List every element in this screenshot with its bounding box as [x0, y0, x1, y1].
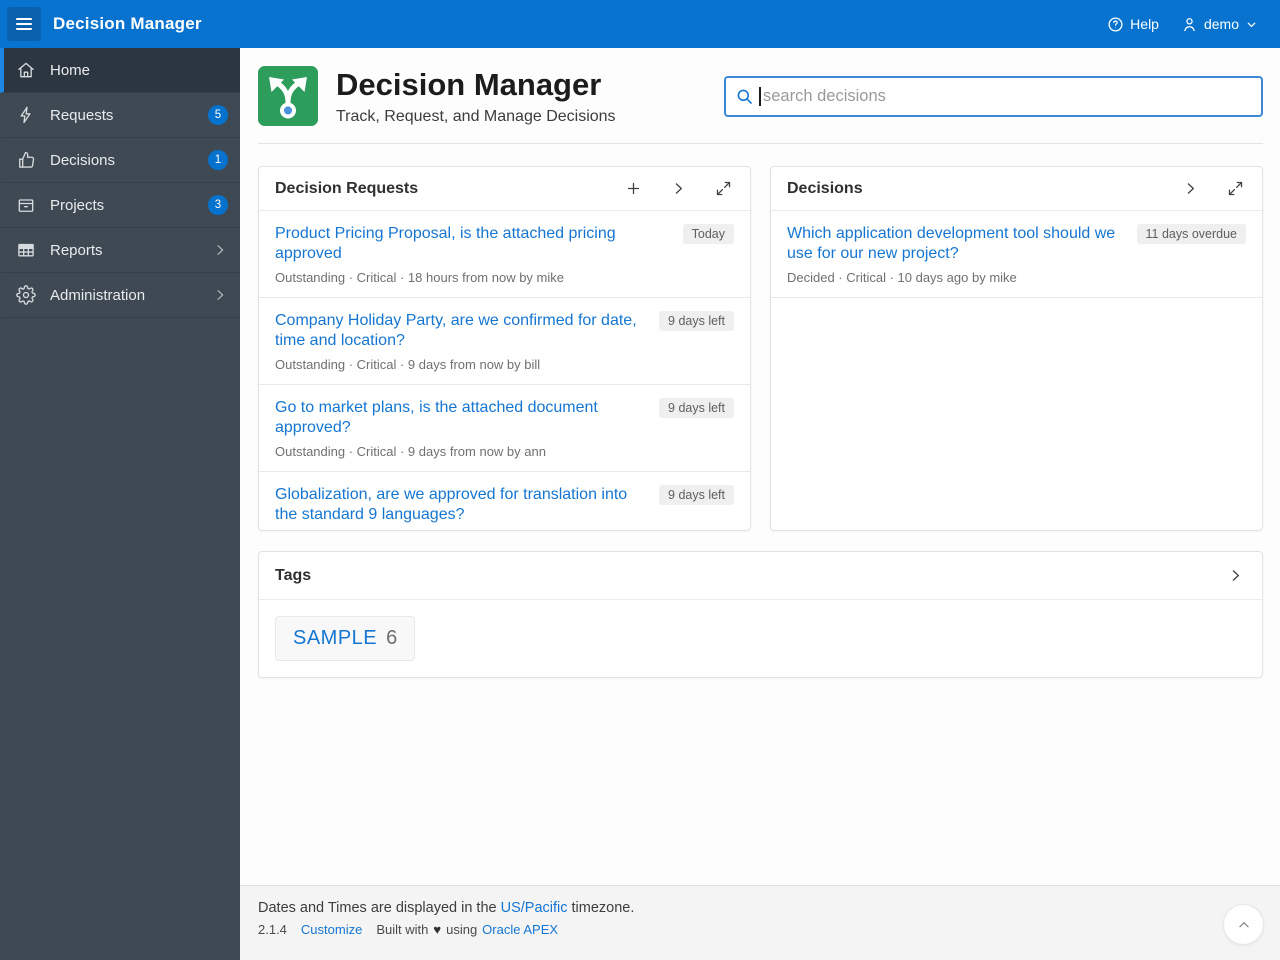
tags-card: Tags SAMPLE 6: [258, 551, 1263, 678]
user-icon: [1184, 17, 1195, 31]
open-tags-button[interactable]: [1225, 565, 1246, 586]
customize-link[interactable]: Customize: [301, 922, 362, 937]
card-title: Tags: [275, 566, 312, 584]
header-divider: [258, 143, 1263, 144]
heart-icon: ♥: [433, 922, 442, 937]
built-with-text: Built with ♥ using Oracle APEX: [376, 922, 559, 937]
chevron-right-icon: [675, 183, 682, 194]
sidebar-item-home[interactable]: Home: [0, 48, 240, 93]
sidebar-item-label: Administration: [50, 286, 146, 304]
chevron-right-icon: [217, 245, 224, 255]
sidebar: Home Requests 5 Decisions 1 Projects 3 R…: [0, 48, 240, 960]
box-icon: [18, 199, 34, 212]
help-icon: [1108, 16, 1123, 32]
timezone-text: Dates and Times are displayed in the US/…: [258, 900, 635, 916]
topbar: Decision Manager Help demo: [0, 0, 1280, 48]
hamburger-icon: [16, 18, 32, 20]
overdue-badge: 11 days overdue: [1136, 224, 1246, 244]
plus-icon: [627, 182, 640, 195]
sidebar-item-label: Decisions: [50, 151, 116, 169]
chevron-right-icon: [1232, 570, 1239, 581]
help-label: Help: [1130, 16, 1159, 32]
sidebar-item-reports[interactable]: Reports: [0, 228, 240, 273]
thumbs-up-icon: [19, 151, 35, 168]
sidebar-item-decisions[interactable]: Decisions 1: [0, 138, 240, 183]
request-meta: Outstanding · Critical · 9 days from now…: [275, 444, 546, 459]
username: demo: [1203, 16, 1239, 32]
decision-requests-card: Decision Requests Product Pricing Propos…: [258, 166, 751, 531]
due-badge: Today: [682, 224, 734, 244]
table-icon: [18, 243, 34, 257]
hamburger-button[interactable]: [7, 7, 41, 41]
due-badge: 9 days left: [659, 398, 734, 418]
tag-label: SAMPLE: [293, 627, 378, 649]
open-decisions-button[interactable]: [1180, 178, 1201, 199]
sidebar-item-label: Reports: [50, 241, 103, 259]
sidebar-item-label: Home: [50, 61, 91, 79]
decision-meta: Decided · Critical · 10 days ago by mike: [787, 270, 1017, 285]
tag-count: 6: [386, 627, 398, 649]
home-icon: [18, 62, 34, 78]
request-list-item[interactable]: Company Holiday Party, are we confirmed …: [259, 298, 750, 385]
request-meta: Outstanding · Critical · 9 days from now…: [275, 357, 541, 372]
search-icon: [737, 89, 752, 104]
sidebar-item-administration[interactable]: Administration: [0, 273, 240, 318]
page-header: Decision Manager Track, Request, and Man…: [258, 66, 1263, 126]
oracle-apex-link[interactable]: Oracle APEX: [482, 922, 558, 937]
expand-requests-button[interactable]: [713, 178, 734, 199]
tag-chip-sample[interactable]: SAMPLE 6: [275, 616, 416, 661]
card-title: Decisions: [787, 179, 863, 197]
request-title-link[interactable]: Globalization, are we approved for trans…: [275, 485, 645, 525]
decision-list-item[interactable]: Which application development tool shoul…: [771, 211, 1262, 298]
topbar-title: Decision Manager: [53, 14, 202, 33]
user-menu[interactable]: demo: [1181, 16, 1258, 33]
chevron-right-icon: [217, 290, 224, 300]
request-list-item[interactable]: Go to market plans, is the attached docu…: [259, 385, 750, 472]
footer: Dates and Times are displayed in the US/…: [240, 885, 1280, 960]
gear-icon: [16, 285, 36, 305]
add-request-button[interactable]: [623, 178, 644, 199]
maximize-icon: [716, 181, 731, 196]
expand-decisions-button[interactable]: [1225, 178, 1246, 199]
open-requests-button[interactable]: [668, 178, 689, 199]
bolt-icon: [20, 106, 31, 124]
decisions-card: Decisions Which application development …: [770, 166, 1263, 531]
scroll-to-top-button[interactable]: [1223, 904, 1264, 945]
sidebar-item-projects[interactable]: Projects 3: [0, 183, 240, 228]
sidebar-item-requests[interactable]: Requests 5: [0, 93, 240, 138]
decision-manager-app-icon: [258, 66, 318, 126]
request-title-link[interactable]: Go to market plans, is the attached docu…: [275, 398, 645, 438]
text-caret: [759, 87, 761, 106]
version-text: 2.1.4: [258, 922, 287, 937]
projects-count-badge: 3: [208, 195, 228, 215]
request-list-item[interactable]: Globalization, are we approved for trans…: [259, 472, 750, 530]
due-badge: 9 days left: [659, 485, 734, 505]
page-title: Decision Manager: [336, 67, 602, 102]
sidebar-item-label: Requests: [50, 106, 114, 124]
maximize-icon: [1228, 181, 1243, 196]
card-title: Decision Requests: [275, 179, 419, 197]
requests-count-badge: 5: [208, 105, 228, 125]
help-link[interactable]: Help: [1107, 16, 1159, 33]
page-subtitle: Track, Request, and Manage Decisions: [336, 108, 616, 125]
timezone-link[interactable]: US/Pacific: [501, 900, 568, 916]
due-badge: 9 days left: [659, 311, 734, 331]
sidebar-item-label: Projects: [50, 196, 105, 214]
request-title-link[interactable]: Company Holiday Party, are we confirmed …: [275, 311, 645, 351]
main-content: Decision Manager Track, Request, and Man…: [240, 48, 1280, 960]
search-input[interactable]: [724, 76, 1263, 117]
request-title-link[interactable]: Product Pricing Proposal, is the attache…: [275, 224, 669, 264]
request-meta: Outstanding · Critical · 18 hours from n…: [275, 270, 564, 285]
decisions-count-badge: 1: [208, 150, 228, 170]
chevron-right-icon: [1187, 183, 1194, 194]
request-list-item[interactable]: Product Pricing Proposal, is the attache…: [259, 211, 750, 298]
chevron-down-icon: [1247, 22, 1256, 27]
decision-title-link[interactable]: Which application development tool shoul…: [787, 224, 1123, 264]
chevron-up-icon: [1238, 921, 1249, 927]
